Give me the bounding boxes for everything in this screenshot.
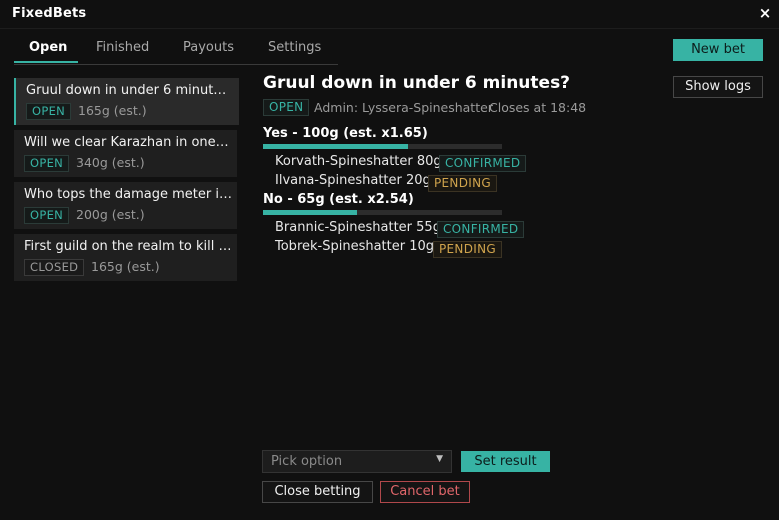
tab-finished[interactable]: Finished xyxy=(96,40,149,55)
bet-title: Gruul down in under 6 minutes? xyxy=(26,83,234,98)
bet-pool-amount: 340g (est.) xyxy=(76,155,145,170)
new-bet-button[interactable]: New bet xyxy=(673,39,763,61)
option-heading: Yes - 100g (est. x1.65) xyxy=(263,126,428,141)
bet-pool-amount: 200g (est.) xyxy=(76,207,145,222)
wager-status-badge: CONFIRMED xyxy=(439,155,527,172)
status-badge: OPEN xyxy=(263,99,310,116)
pick-option-dropdown[interactable]: Pick option ▼ xyxy=(262,450,452,473)
status-badge: OPEN xyxy=(24,207,70,224)
option-share-bar xyxy=(263,210,502,215)
bet-pool-amount: 165g (est.) xyxy=(91,259,160,274)
wager-status-badge: PENDING xyxy=(428,175,497,192)
bet-list-item[interactable]: Will we clear Karazhan in one night? OPE… xyxy=(14,130,237,177)
bet-title: First guild on the realm to kill Magther… xyxy=(24,239,232,254)
option-share-fill xyxy=(263,210,358,215)
show-logs-button[interactable]: Show logs xyxy=(673,76,763,98)
bet-title: Will we clear Karazhan in one night? xyxy=(24,135,232,150)
option-share-fill xyxy=(263,144,408,149)
bet-pool-amount: 165g (est.) xyxy=(78,103,147,118)
wager-status-badge: CONFIRMED xyxy=(437,221,525,238)
close-icon[interactable]: × xyxy=(757,4,773,22)
bet-close-time: Closes at 18:48 xyxy=(489,100,587,115)
option-share-bar xyxy=(263,144,502,149)
tab-open[interactable]: Open xyxy=(29,40,67,55)
wager-entry: Brannic-Spineshatter 55g xyxy=(275,220,441,235)
tab-payouts[interactable]: Payouts xyxy=(183,40,234,55)
app-title: FixedBets xyxy=(12,6,87,21)
wager-entry: Ilvana-Spineshatter 20g xyxy=(275,173,431,188)
status-badge: OPEN xyxy=(24,155,70,172)
bet-list-item[interactable]: Who tops the damage meter in the next ra… xyxy=(14,182,237,229)
tab-settings[interactable]: Settings xyxy=(268,40,321,55)
status-badge: OPEN xyxy=(26,103,72,120)
bet-title: Who tops the damage meter in the next ra… xyxy=(24,187,232,202)
bet-list-item[interactable]: Gruul down in under 6 minutes? OPEN 165g… xyxy=(14,78,239,125)
close-betting-button[interactable]: Close betting xyxy=(262,481,373,503)
tab-bar: Open Finished Payouts Settings xyxy=(14,38,338,65)
wager-entry: Tobrek-Spineshatter 10g xyxy=(275,239,435,254)
wager-entry: Korvath-Spineshatter 80g xyxy=(275,154,442,169)
cancel-bet-button[interactable]: Cancel bet xyxy=(380,481,470,503)
pick-option-placeholder: Pick option xyxy=(271,454,343,469)
bet-admin: Admin: Lyssera-Spineshatter xyxy=(314,100,493,115)
bet-detail-title: Gruul down in under 6 minutes? xyxy=(263,73,571,93)
bet-list-item[interactable]: First guild on the realm to kill Magther… xyxy=(14,234,237,281)
chevron-down-icon: ▼ xyxy=(436,454,443,464)
active-tab-indicator xyxy=(14,61,78,63)
set-result-button[interactable]: Set result xyxy=(461,451,550,472)
option-heading: No - 65g (est. x2.54) xyxy=(263,192,414,207)
wager-status-badge: PENDING xyxy=(433,241,502,258)
status-badge: CLOSED xyxy=(24,259,85,276)
title-bar: FixedBets × xyxy=(0,0,779,29)
